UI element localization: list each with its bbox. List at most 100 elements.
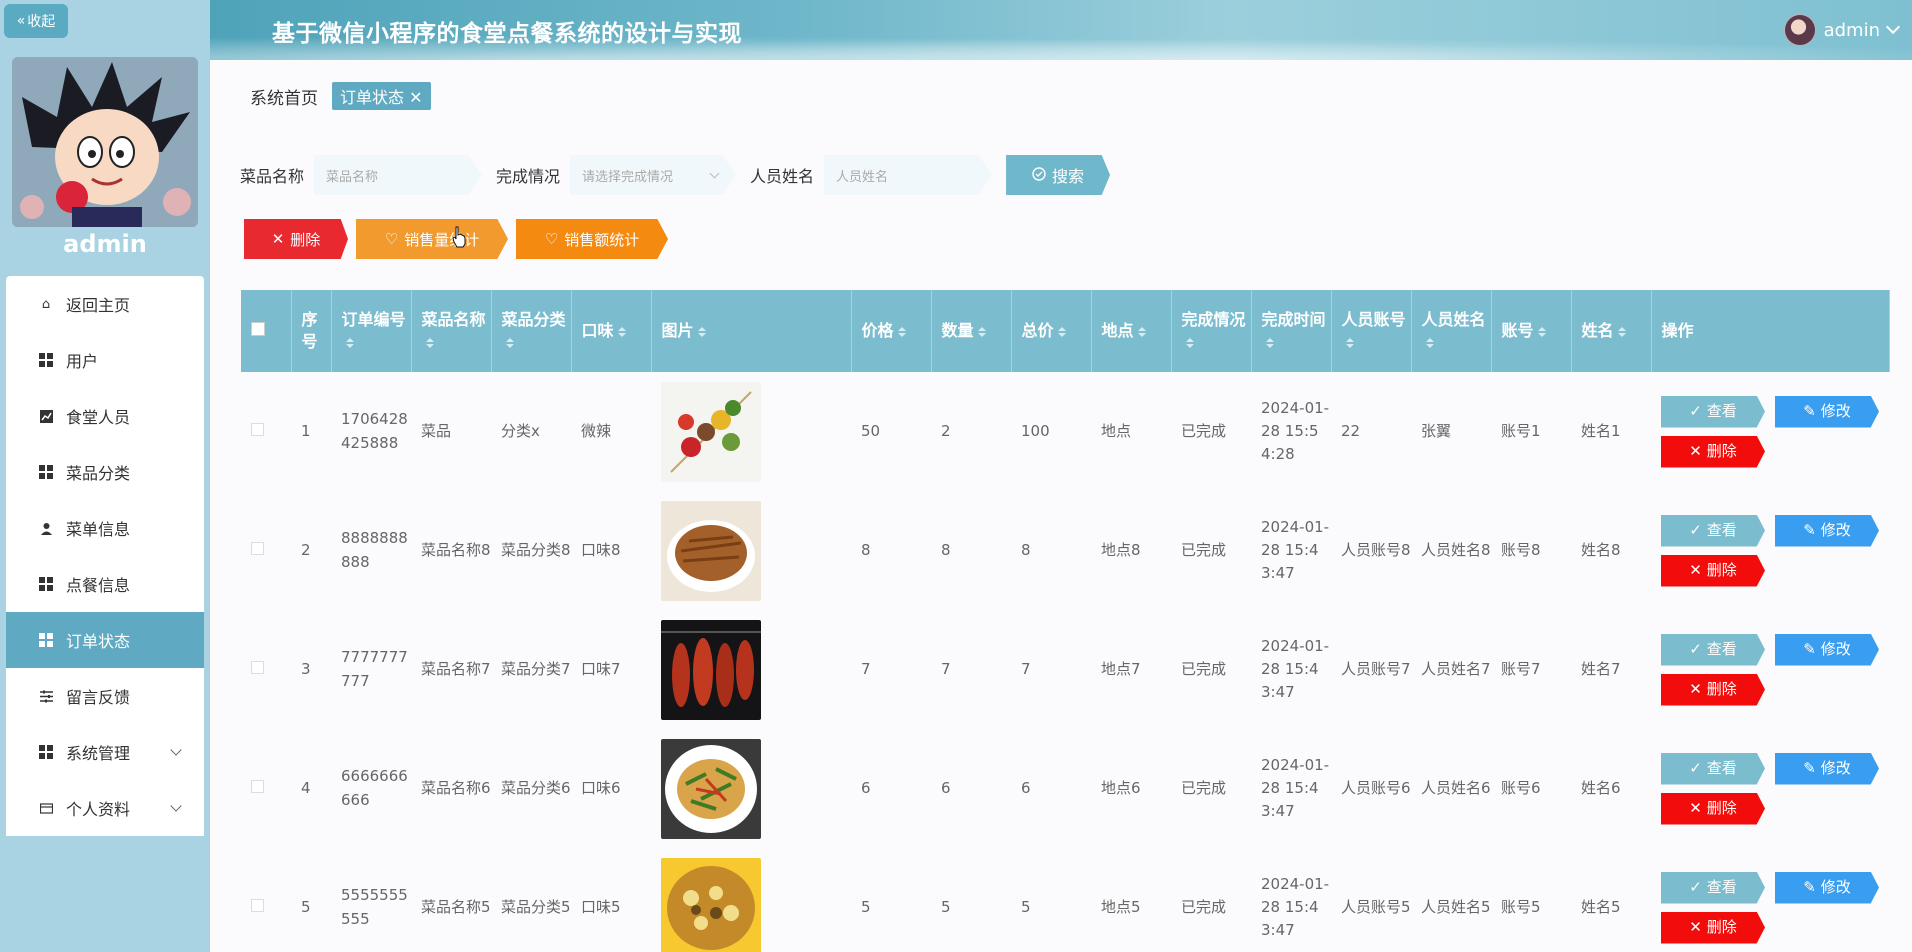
row-checkbox[interactable] bbox=[241, 491, 291, 610]
sidebar-item-menu-info[interactable]: 菜单信息 bbox=[6, 500, 204, 556]
col-header[interactable]: 数量 bbox=[931, 290, 1012, 372]
sliders-icon bbox=[38, 688, 54, 704]
edit-button[interactable]: ✎ 修改 bbox=[1775, 514, 1879, 547]
delete-button[interactable]: ✕ 删除 bbox=[1661, 673, 1765, 706]
dish-name-input[interactable]: 菜品名称 bbox=[314, 155, 483, 195]
table-cell: 1706428425888 bbox=[341, 410, 408, 452]
table-cell: 地点8 bbox=[1101, 540, 1141, 559]
col-header[interactable]: 地点 bbox=[1091, 290, 1172, 372]
select-all-checkbox[interactable] bbox=[241, 290, 292, 372]
table-cell: 账号6 bbox=[1501, 778, 1541, 797]
sidebar-item-feedback[interactable]: 留言反馈 bbox=[6, 668, 204, 724]
user-menu[interactable]: admin bbox=[1783, 14, 1901, 46]
col-header[interactable]: 总价 bbox=[1011, 290, 1092, 372]
edit-button[interactable]: ✎ 修改 bbox=[1775, 633, 1879, 666]
col-header[interactable]: 完成时间 bbox=[1251, 290, 1332, 372]
view-button[interactable]: ✓ 查看 bbox=[1661, 752, 1765, 785]
col-header[interactable]: 菜品分类 bbox=[491, 290, 572, 372]
delete-button[interactable]: ✕ 删除 bbox=[1661, 792, 1765, 825]
col-header[interactable]: 订单编号 bbox=[331, 290, 412, 372]
table-cell: 8 bbox=[861, 540, 871, 559]
table-cell: 6 bbox=[941, 778, 951, 797]
row-checkbox[interactable] bbox=[241, 610, 291, 729]
table-cell: 2024-01-28 15:43:47 bbox=[1261, 636, 1330, 702]
table-cell: 6 bbox=[1021, 778, 1031, 797]
sales-count-button[interactable]: ♡ 销售量统计 bbox=[356, 219, 508, 259]
edit-pen-icon: ✎ bbox=[1803, 639, 1816, 658]
status-select[interactable]: 请选择完成情况 bbox=[570, 155, 737, 195]
row-actions: ✓ 查看 ✎ 修改 ✕ 删除 bbox=[1651, 610, 1889, 729]
dish-image-cell bbox=[651, 610, 851, 729]
sidebar: « 收起 admin ⌂ 返回主页 用户 食堂人员 菜品分类 菜单信息 点餐信息… bbox=[0, 0, 210, 952]
row-checkbox[interactable] bbox=[241, 848, 291, 952]
table-cell: 已完成 bbox=[1181, 540, 1227, 559]
grid-icon bbox=[38, 352, 54, 368]
delete-button[interactable]: ✕ 删除 bbox=[1661, 554, 1765, 587]
table-header-row: 序号 订单编号 菜品名称 菜品分类 口味 图片 价格 数量 总价 地点 完成情况… bbox=[241, 290, 1890, 372]
delete-button[interactable]: ✕ 删除 bbox=[1661, 911, 1765, 944]
breadcrumb-current-tag[interactable]: 订单状态 ✕ bbox=[332, 82, 431, 110]
table-cell: 人员姓名7 bbox=[1421, 659, 1491, 678]
col-header[interactable]: 完成情况 bbox=[1171, 290, 1252, 372]
sidebar-item-dish-category[interactable]: 菜品分类 bbox=[6, 444, 204, 500]
col-header[interactable]: 人员账号 bbox=[1331, 290, 1412, 372]
close-icon: ✕ bbox=[271, 230, 285, 248]
edit-button[interactable]: ✎ 修改 bbox=[1775, 871, 1879, 904]
col-header[interactable]: 图片 bbox=[651, 290, 852, 372]
chevron-down-icon bbox=[1885, 19, 1901, 35]
close-icon: ✕ bbox=[1689, 441, 1702, 460]
col-header[interactable]: 账号 bbox=[1491, 290, 1572, 372]
view-button[interactable]: ✓ 查看 bbox=[1661, 871, 1765, 904]
edit-button[interactable]: ✎ 修改 bbox=[1775, 752, 1879, 785]
sidebar-item-profile[interactable]: 个人资料 bbox=[6, 780, 204, 836]
row-checkbox[interactable] bbox=[241, 372, 291, 491]
table-cell: 2024-01-28 15:43:47 bbox=[1261, 517, 1330, 583]
table-cell: 账号1 bbox=[1501, 421, 1541, 440]
sidebar-item-order-status[interactable]: 订单状态 bbox=[6, 612, 204, 668]
heart-icon: ♡ bbox=[544, 230, 559, 248]
col-header[interactable]: 口味 bbox=[571, 290, 652, 372]
edit-button[interactable]: ✎ 修改 bbox=[1775, 395, 1879, 428]
table-cell: 4 bbox=[301, 778, 311, 797]
breadcrumb-home[interactable]: 系统首页 bbox=[250, 84, 318, 109]
delete-button[interactable]: ✕ 删除 bbox=[1661, 435, 1765, 468]
col-header[interactable]: 姓名 bbox=[1571, 290, 1652, 372]
col-header[interactable]: 人员姓名 bbox=[1411, 290, 1492, 372]
sidebar-item-home[interactable]: ⌂ 返回主页 bbox=[6, 276, 204, 332]
col-header[interactable]: 价格 bbox=[851, 290, 932, 372]
table-cell: 6666666666 bbox=[341, 767, 408, 809]
dish-photo-image bbox=[661, 738, 761, 839]
sort-icon bbox=[977, 326, 986, 337]
view-button[interactable]: ✓ 查看 bbox=[1661, 633, 1765, 666]
check-icon: ✓ bbox=[1689, 758, 1702, 777]
close-icon[interactable]: ✕ bbox=[409, 88, 422, 107]
sidebar-item-staff[interactable]: 食堂人员 bbox=[6, 388, 204, 444]
col-header[interactable]: 菜品名称 bbox=[411, 290, 492, 372]
home-icon: ⌂ bbox=[41, 296, 51, 312]
view-button[interactable]: ✓ 查看 bbox=[1661, 514, 1765, 547]
table-cell: 50 bbox=[861, 421, 881, 440]
table-cell: 2024-01-28 15:43:47 bbox=[1261, 755, 1330, 821]
dish-image-cell bbox=[651, 848, 851, 952]
table-cell: 姓名6 bbox=[1581, 778, 1621, 797]
table-cell: 姓名5 bbox=[1581, 897, 1621, 916]
sidebar-item-users[interactable]: 用户 bbox=[6, 332, 204, 388]
table-cell: 人员账号5 bbox=[1341, 897, 1411, 916]
sidebar-item-system[interactable]: 系统管理 bbox=[6, 724, 204, 780]
collapse-button[interactable]: « 收起 bbox=[4, 4, 68, 38]
batch-delete-button[interactable]: ✕ 删除 bbox=[244, 219, 348, 259]
heart-icon: ♡ bbox=[384, 230, 399, 248]
table-cell: 2 bbox=[301, 540, 311, 559]
view-button[interactable]: ✓ 查看 bbox=[1661, 395, 1765, 428]
row-checkbox[interactable] bbox=[241, 729, 291, 848]
header-username: admin bbox=[1823, 19, 1880, 41]
profile-avatar-image bbox=[12, 57, 198, 227]
sort-icon bbox=[617, 326, 626, 337]
table-cell: 地点 bbox=[1101, 421, 1132, 440]
search-button[interactable]: 搜索 bbox=[1006, 155, 1111, 195]
sales-amount-button[interactable]: ♡ 销售额统计 bbox=[516, 219, 668, 259]
sidebar-item-order-info[interactable]: 点餐信息 bbox=[6, 556, 204, 612]
table-cell: 菜品名称5 bbox=[421, 897, 491, 916]
person-name-input[interactable]: 人员姓名 bbox=[824, 155, 993, 195]
table-cell: 姓名7 bbox=[1581, 659, 1621, 678]
